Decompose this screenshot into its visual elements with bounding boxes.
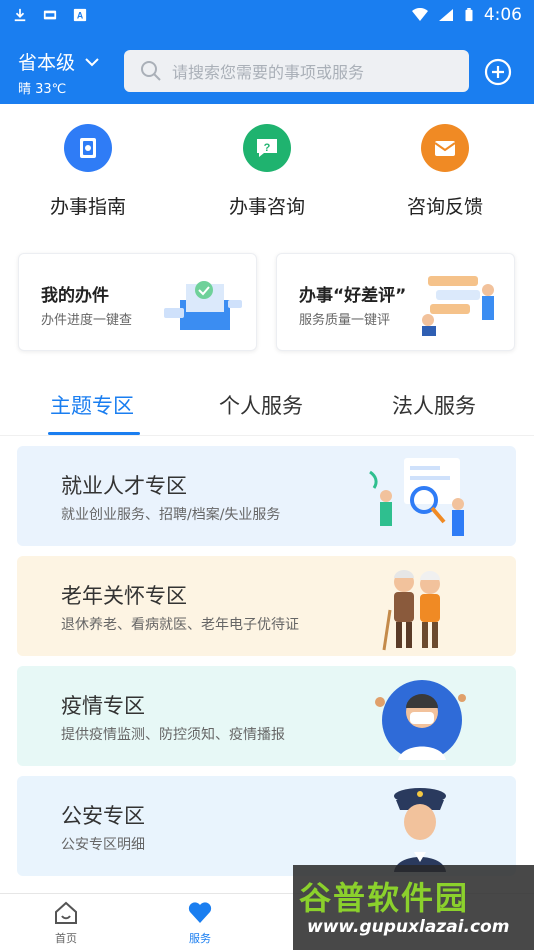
signal-icon	[438, 9, 453, 21]
status-time: 4:06	[483, 5, 522, 25]
zone-subtitle: 退休养老、看病就医、老年电子优待证	[61, 617, 299, 633]
my-cases-card[interactable]: 我的办件 办件进度一键查	[18, 253, 257, 351]
chevron-down-icon	[85, 57, 99, 66]
police-officer-illustration-icon	[394, 788, 446, 872]
question-chat-icon: ?	[243, 124, 291, 172]
quick-action-label: 办事咨询	[228, 196, 305, 218]
quick-action-label: 咨询反馈	[406, 196, 483, 218]
rating-illustration-icon	[422, 276, 494, 336]
status-bar: A 4:06	[0, 0, 534, 30]
heart-icon	[188, 902, 212, 923]
wifi-icon	[411, 8, 428, 21]
nav-home[interactable]: 首页	[36, 900, 96, 946]
weather-label: 晴 33℃	[18, 82, 67, 97]
rating-card[interactable]: 办事“好差评” 服务质量一键评	[276, 253, 515, 351]
watermark: 谷普软件园 www.gupuxlazai.com	[293, 865, 534, 950]
search-icon	[141, 61, 161, 81]
region-label: 省本级	[18, 52, 76, 74]
search-placeholder: 请搜索您需要的事项或服务	[172, 63, 365, 82]
mail-icon	[421, 124, 469, 172]
zone-employment[interactable]: 就业人才专区 就业创业服务、招聘/档案/失业服务	[17, 446, 516, 546]
watermark-url: www.gupuxlazai.com	[307, 917, 510, 937]
nav-label: 服务	[189, 932, 211, 945]
card-subtitle: 办件进度一键查	[41, 313, 133, 328]
header: 省本级 晴 33℃ 请搜索您需要的事项或服务	[0, 30, 534, 104]
tab-corporate[interactable]: 法人服务	[392, 390, 476, 420]
zone-subtitle: 公安专区明细	[61, 837, 145, 853]
quick-actions: 办事指南 ? 办事咨询 咨询反馈	[0, 120, 534, 230]
card-title: 办事“好差评”	[299, 286, 407, 306]
zone-title: 老年关怀专区	[61, 584, 187, 608]
svg-text:A: A	[77, 11, 84, 21]
nav-service[interactable]: 服务	[170, 900, 230, 946]
zone-title: 疫情专区	[61, 694, 145, 718]
zone-title: 公安专区	[61, 804, 145, 828]
svg-text:?: ?	[264, 142, 271, 154]
nav-label: 首页	[55, 932, 77, 945]
zone-elderly[interactable]: 老年关怀专区 退休养老、看病就医、老年电子优待证	[17, 556, 516, 656]
sim-icon	[43, 10, 57, 20]
guide-book-icon	[64, 124, 112, 172]
watermark-title: 谷普软件园	[299, 879, 470, 917]
envelope-illustration-icon	[164, 281, 242, 330]
zone-police[interactable]: 公安专区 公安专区明细	[17, 776, 516, 876]
search-input[interactable]: 请搜索您需要的事项或服务	[124, 50, 469, 92]
card-subtitle: 服务质量一键评	[299, 313, 391, 328]
battery-icon	[465, 8, 473, 22]
a-icon: A	[73, 8, 87, 22]
quick-action-feedback[interactable]: 咨询反馈	[375, 120, 515, 219]
add-icon[interactable]	[484, 58, 512, 86]
quick-action-consult[interactable]: ? 办事咨询	[197, 120, 337, 219]
zone-subtitle: 提供疫情监测、防控须知、疫情播报	[61, 727, 285, 743]
zone-epidemic[interactable]: 疫情专区 提供疫情监测、防控须知、疫情播报	[17, 666, 516, 766]
region-selector[interactable]: 省本级	[18, 48, 99, 75]
elderly-couple-illustration-icon	[382, 570, 440, 651]
tab-topics[interactable]: 主题专区	[50, 390, 134, 420]
quick-action-guide[interactable]: 办事指南	[18, 120, 158, 219]
job-search-illustration-icon	[369, 458, 464, 536]
tab-bar: 主题专区 个人服务 法人服务	[0, 378, 534, 436]
card-title: 我的办件	[41, 286, 109, 306]
home-icon	[55, 901, 77, 924]
tab-personal[interactable]: 个人服务	[219, 390, 303, 420]
doctor-mask-illustration-icon	[375, 680, 466, 760]
zone-subtitle: 就业创业服务、招聘/档案/失业服务	[61, 507, 281, 523]
download-icon	[14, 8, 26, 22]
zone-title: 就业人才专区	[61, 474, 187, 498]
tab-active-underline	[48, 432, 140, 435]
quick-action-label: 办事指南	[49, 196, 126, 218]
